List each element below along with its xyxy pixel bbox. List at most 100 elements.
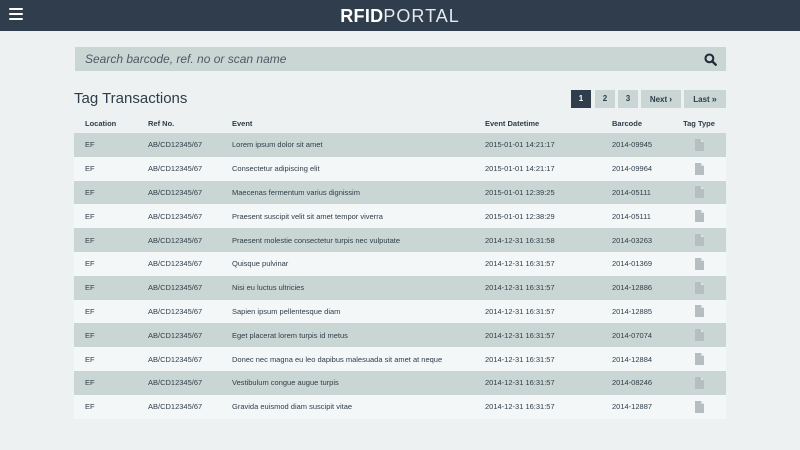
column-header-event-datetime[interactable]: Event Datetime xyxy=(474,113,601,133)
transactions-table: Location Ref No. Event Event Datetime Ba… xyxy=(74,113,726,419)
column-header-barcode[interactable]: Barcode xyxy=(601,113,672,133)
cell-location: EF xyxy=(74,156,137,181)
cell-barcode: 2014-12884 xyxy=(601,347,672,371)
cell-tag-type xyxy=(672,347,726,371)
cell-event-datetime: 2014-12-31 16:31:57 xyxy=(474,299,601,324)
cell-event-datetime: 2015-01-01 12:38:29 xyxy=(474,204,601,229)
cell-location: EF xyxy=(74,370,137,395)
table-row[interactable]: EF AB/CD12345/67 Vestibulum congue augue t… xyxy=(74,370,726,395)
cell-event: Sapien ipsum pellentesque diam xyxy=(221,299,474,324)
cell-event: Gravida euismod diam suscipit vitae xyxy=(221,394,474,419)
column-header-event[interactable]: Event xyxy=(221,113,474,133)
cell-event: Consectetur adipiscing elit xyxy=(221,156,474,181)
cell-location: EF xyxy=(74,228,137,252)
cell-location: EF xyxy=(74,347,137,371)
last-page-button[interactable]: Last» xyxy=(684,90,726,108)
column-header-tag-type[interactable]: Tag Type xyxy=(672,113,726,133)
chevron-right-icon: › xyxy=(669,94,673,104)
cell-tag-type xyxy=(672,180,726,205)
next-label: Next xyxy=(649,95,668,104)
page-title: Tag Transactions xyxy=(74,90,188,107)
table-row[interactable]: EF AB/CD12345/67 Praesent suscipit velit s… xyxy=(74,204,726,229)
table-row[interactable]: EF AB/CD12345/67 Consectetur adipiscing el… xyxy=(74,156,726,181)
cell-ref-no: AB/CD12345/67 xyxy=(137,204,221,229)
app-logo: RFIDPORTAL xyxy=(0,6,800,26)
cell-event: Praesent molestie consectetur turpis nec… xyxy=(221,228,474,252)
double-chevron-right-icon: » xyxy=(711,94,717,104)
cell-event-datetime: 2014-12-31 16:31:57 xyxy=(474,370,601,395)
cell-barcode: 2014-09964 xyxy=(601,156,672,181)
cell-event-datetime: 2014-12-31 16:31:58 xyxy=(474,228,601,252)
cell-barcode: 2014-05111 xyxy=(601,204,672,229)
cell-barcode: 2014-07074 xyxy=(601,323,672,348)
page-button-2[interactable]: 2 xyxy=(595,90,615,108)
cell-event-datetime: 2014-12-31 16:31:57 xyxy=(474,323,601,348)
cell-barcode: 2014-03263 xyxy=(601,228,672,252)
page-button-3[interactable]: 3 xyxy=(618,90,638,108)
table-row[interactable]: EF AB/CD12345/67 Maecenas fermentum varius… xyxy=(74,180,726,205)
cell-barcode: 2014-12887 xyxy=(601,394,672,419)
cell-location: EF xyxy=(74,323,137,348)
cell-tag-type xyxy=(672,394,726,419)
cell-location: EF xyxy=(74,275,137,300)
cell-barcode: 2014-05111 xyxy=(601,180,672,205)
next-page-button[interactable]: Next › xyxy=(641,90,681,108)
table-row[interactable]: EF AB/CD12345/67 Praesent molestie consect… xyxy=(74,228,726,252)
column-header-location[interactable]: Location xyxy=(74,113,137,133)
cell-ref-no: AB/CD12345/67 xyxy=(137,370,221,395)
cell-event: Praesent suscipit velit sit amet tempor … xyxy=(221,204,474,229)
cell-tag-type xyxy=(672,204,726,229)
cell-event-datetime: 2015-01-01 12:39:25 xyxy=(474,180,601,205)
table-row[interactable]: EF AB/CD12345/67 Quisque pulvinar 2014-12-3… xyxy=(74,251,726,276)
cell-ref-no: AB/CD12345/67 xyxy=(137,133,221,157)
cell-ref-no: AB/CD12345/67 xyxy=(137,251,221,276)
logo-light-text: PORTAL xyxy=(383,6,460,26)
cell-tag-type xyxy=(672,275,726,300)
search-input[interactable] xyxy=(75,47,695,71)
page-button-1[interactable]: 1 xyxy=(571,90,591,108)
cell-ref-no: AB/CD12345/67 xyxy=(137,299,221,324)
logo-bold-text: RFID xyxy=(340,6,384,26)
document-icon[interactable] xyxy=(694,234,704,247)
table-row[interactable]: EF AB/CD12345/67 Donec nec magna eu leo da… xyxy=(74,347,726,371)
cell-ref-no: AB/CD12345/67 xyxy=(137,180,221,205)
cell-event-datetime: 2014-12-31 16:31:57 xyxy=(474,251,601,276)
cell-event-datetime: 2015-01-01 14:21:17 xyxy=(474,133,601,157)
search-icon[interactable] xyxy=(704,53,717,66)
document-icon[interactable] xyxy=(694,353,704,366)
cell-location: EF xyxy=(74,133,137,157)
document-icon[interactable] xyxy=(694,281,704,294)
cell-barcode: 2014-01369 xyxy=(601,251,672,276)
table-row[interactable]: EF AB/CD12345/67 Sapien ipsum pellentesque… xyxy=(74,299,726,324)
cell-tag-type xyxy=(672,299,726,324)
document-icon[interactable] xyxy=(694,138,704,151)
cell-event: Maecenas fermentum varius dignissim xyxy=(221,180,474,205)
column-header-ref-no[interactable]: Ref No. xyxy=(137,113,221,133)
document-icon[interactable] xyxy=(694,210,704,223)
cell-barcode: 2014-09945 xyxy=(601,133,672,157)
document-icon[interactable] xyxy=(694,376,704,389)
cell-tag-type xyxy=(672,251,726,276)
cell-location: EF xyxy=(74,204,137,229)
cell-tag-type xyxy=(672,370,726,395)
cell-ref-no: AB/CD12345/67 xyxy=(137,156,221,181)
document-icon[interactable] xyxy=(694,257,704,270)
cell-event-datetime: 2014-12-31 16:31:57 xyxy=(474,275,601,300)
cell-ref-no: AB/CD12345/67 xyxy=(137,347,221,371)
document-icon[interactable] xyxy=(694,305,704,318)
cell-event: Vestibulum congue augue turpis xyxy=(221,370,474,395)
cell-event: Eget placerat lorem turpis id metus xyxy=(221,323,474,348)
document-icon[interactable] xyxy=(694,186,704,199)
document-icon[interactable] xyxy=(694,162,704,175)
cell-tag-type xyxy=(672,323,726,348)
document-icon[interactable] xyxy=(694,400,704,413)
table-row[interactable]: EF AB/CD12345/67 Lorem ipsum dolor sit ame… xyxy=(74,133,726,157)
table-row[interactable]: EF AB/CD12345/67 Eget placerat lorem turpi… xyxy=(74,323,726,348)
document-icon[interactable] xyxy=(694,329,704,342)
table-row[interactable]: EF AB/CD12345/67 Nisi eu luctus ultricies 2… xyxy=(74,275,726,300)
table-row[interactable]: EF AB/CD12345/67 Gravida euismod diam susc… xyxy=(74,394,726,419)
cell-location: EF xyxy=(74,251,137,276)
cell-ref-no: AB/CD12345/67 xyxy=(137,228,221,252)
cell-tag-type xyxy=(672,228,726,252)
cell-event: Quisque pulvinar xyxy=(221,251,474,276)
